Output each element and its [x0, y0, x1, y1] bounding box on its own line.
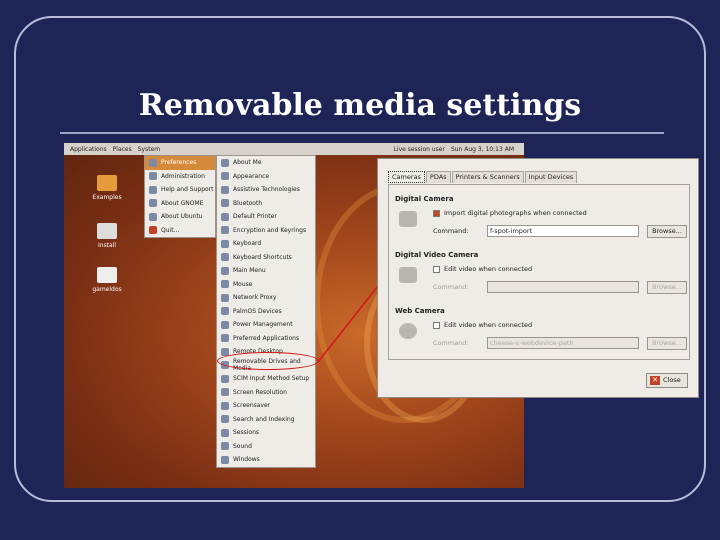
close-icon: ✕: [650, 376, 660, 385]
web-camera-heading: Web Camera: [395, 307, 445, 315]
webcam-command-label: Command:: [433, 339, 469, 347]
arrow-line: [317, 285, 379, 363]
dialog-tabs: Cameras PDAs Printers & Scanners Input D…: [388, 171, 578, 183]
video-camera-icon: [399, 267, 417, 283]
webcam-edit-label: Edit video when connected: [444, 321, 533, 329]
tab-pdas[interactable]: PDAs: [425, 171, 451, 183]
video-browse-button: Browse...: [647, 281, 687, 294]
close-button[interactable]: ✕ Close: [646, 373, 688, 388]
digital-camera-heading: Digital Camera: [395, 195, 454, 203]
removable-media-dialog: Cameras PDAs Printers & Scanners Input D…: [377, 158, 699, 398]
video-command-label: Command:: [433, 283, 469, 291]
video-command-input: [487, 281, 639, 293]
webcam-icon: [399, 323, 417, 339]
webcam-edit-checkbox[interactable]: [433, 322, 440, 329]
import-photos-checkbox[interactable]: [433, 210, 440, 217]
camera-browse-button[interactable]: Browse...: [647, 225, 687, 238]
import-photos-label: Import digital photographs when connecte…: [444, 209, 587, 217]
camera-icon: [399, 211, 417, 227]
webcam-command-input: cheese-x-webdevice-path: [487, 337, 639, 349]
cameras-panel: Digital Camera Import digital photograph…: [388, 184, 690, 360]
video-camera-heading: Digital Video Camera: [395, 251, 479, 259]
tab-input-devices[interactable]: Input Devices: [524, 171, 578, 183]
camera-command-label: Command:: [433, 227, 469, 235]
tab-printers-scanners[interactable]: Printers & Scanners: [451, 171, 524, 183]
camera-command-input[interactable]: f-spot-import: [487, 225, 639, 237]
video-edit-label: Edit video when connected: [444, 265, 533, 273]
video-edit-checkbox[interactable]: [433, 266, 440, 273]
webcam-browse-button: Browse...: [647, 337, 687, 350]
tab-cameras[interactable]: Cameras: [388, 171, 425, 183]
